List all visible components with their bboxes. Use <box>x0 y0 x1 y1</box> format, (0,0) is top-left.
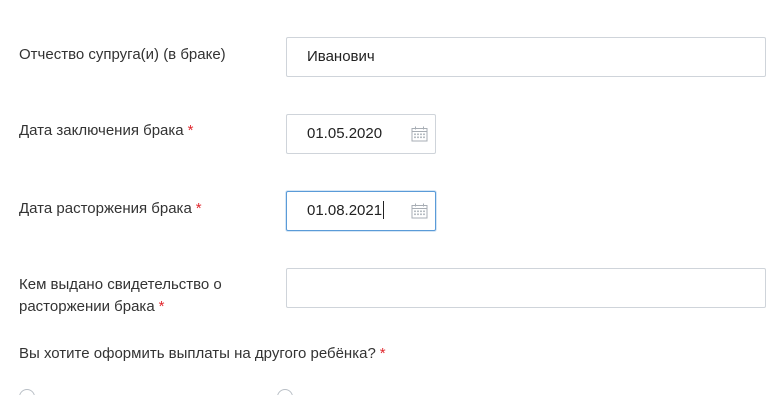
required-mark: * <box>158 298 165 315</box>
divorce-certificate-label-line2-wrap: расторжении брака * <box>19 296 222 318</box>
divorce-date-label: Дата расторжения брака * <box>19 198 202 220</box>
calendar-icon[interactable] <box>411 203 428 219</box>
other-child-question: Вы хотите оформить выплаты на другого ре… <box>19 343 386 365</box>
form-page: Отчество супруга(и) (в браке) Иванович Д… <box>0 0 766 395</box>
divorce-certificate-label-line1: Кем выдано свидетельство о <box>19 276 222 293</box>
required-mark: * <box>187 122 194 139</box>
marriage-date-value: 01.05.2020 <box>307 125 383 142</box>
text-caret <box>383 201 385 220</box>
marriage-date-label-text: Дата заключения брака <box>19 122 184 139</box>
spouse-patronymic-label-text: Отчество супруга(и) (в браке) <box>19 46 226 63</box>
other-child-question-text: Вы хотите оформить выплаты на другого ре… <box>19 345 376 362</box>
spouse-patronymic-input[interactable]: Иванович <box>286 37 766 77</box>
required-mark: * <box>379 345 386 362</box>
spouse-patronymic-value: Иванович <box>307 48 375 65</box>
divorce-date-value-text: 01.08.2021 <box>307 202 383 219</box>
divorce-date-value: 01.08.2021 <box>307 192 385 230</box>
divorce-date-input[interactable]: 01.08.2021 <box>286 191 436 231</box>
calendar-icon[interactable] <box>411 126 428 142</box>
marriage-date-label: Дата заключения брака * <box>19 120 193 142</box>
divorce-date-label-text: Дата расторжения брака <box>19 200 192 217</box>
required-mark: * <box>195 200 202 217</box>
divorce-certificate-label-line2: расторжении брака <box>19 298 155 315</box>
divorce-certificate-input[interactable] <box>286 268 766 308</box>
radio-option-yes[interactable] <box>19 389 35 395</box>
radio-option-no[interactable] <box>277 389 293 395</box>
divorce-certificate-label: Кем выдано свидетельство о расторжении б… <box>19 274 222 318</box>
spouse-patronymic-label: Отчество супруга(и) (в браке) <box>19 44 226 66</box>
marriage-date-input[interactable]: 01.05.2020 <box>286 114 436 154</box>
